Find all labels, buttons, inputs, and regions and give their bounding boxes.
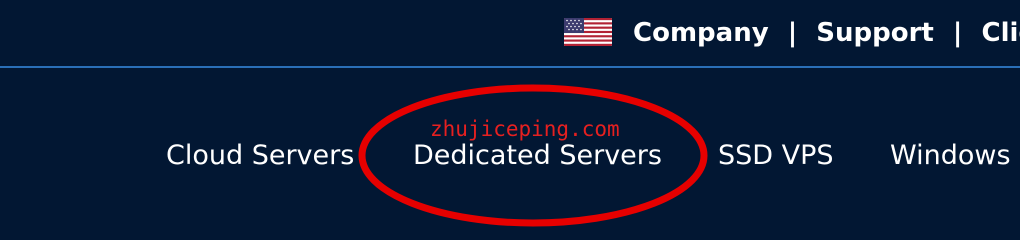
- nav-item-windows[interactable]: Windows: [890, 136, 1011, 176]
- client-link[interactable]: Clien: [981, 16, 1020, 50]
- us-flag-icon[interactable]: [564, 18, 612, 46]
- top-links: Company | Support | Clien: [633, 16, 1020, 50]
- watermark-text: zhujiceping.com: [430, 117, 620, 141]
- support-link[interactable]: Support: [816, 16, 934, 50]
- nav-item-dedicated-servers[interactable]: Dedicated Servers: [413, 136, 662, 176]
- nav-item-ssd-vps[interactable]: SSD VPS: [718, 136, 834, 176]
- main-nav: Cloud Servers Dedicated Servers SSD VPS …: [0, 136, 1020, 176]
- link-separator: |: [787, 18, 798, 48]
- link-separator: |: [952, 18, 963, 48]
- company-link[interactable]: Company: [633, 16, 769, 50]
- nav-item-cloud-servers[interactable]: Cloud Servers: [166, 136, 354, 176]
- header-divider: [0, 66, 1020, 68]
